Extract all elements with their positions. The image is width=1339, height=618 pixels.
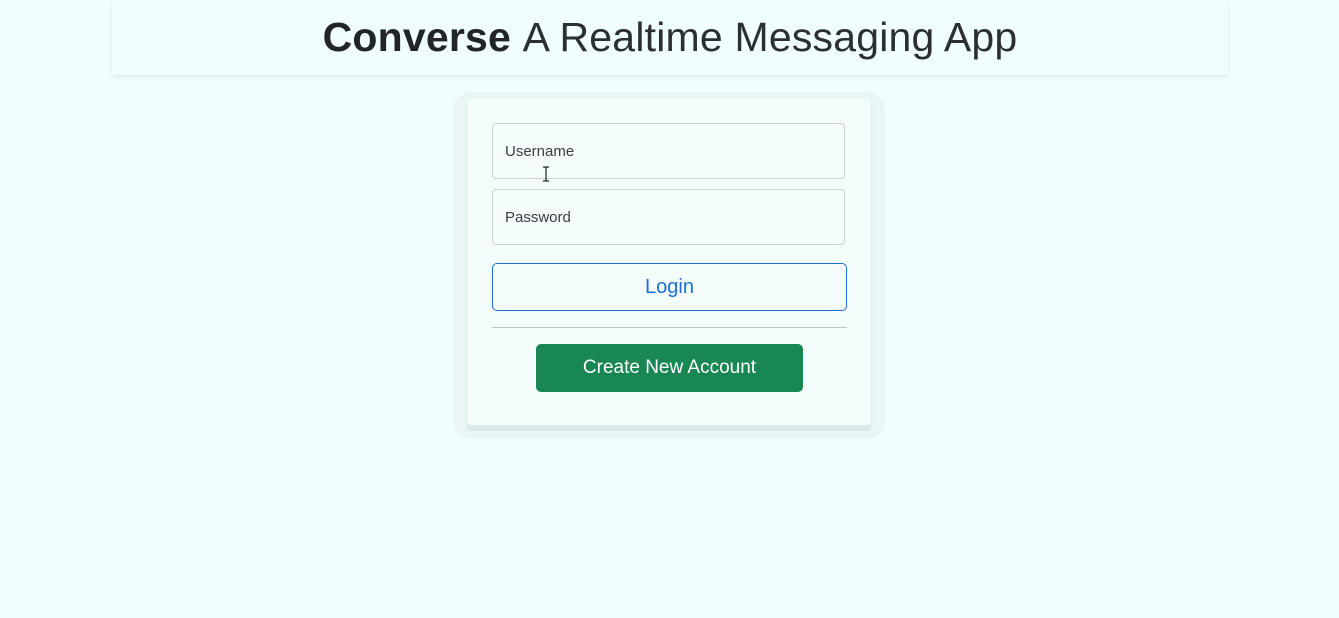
app-header: Converse A Realtime Messaging App xyxy=(112,0,1228,75)
text-cursor-icon xyxy=(543,166,549,182)
app-tagline: A Realtime Messaging App xyxy=(522,14,1018,60)
password-input[interactable] xyxy=(492,189,845,245)
login-button[interactable]: Login xyxy=(492,263,847,311)
login-card: Login Create New Account xyxy=(467,98,871,425)
brand-name: Converse xyxy=(322,14,512,60)
form-divider xyxy=(492,327,847,328)
page-title: Converse A Realtime Messaging App xyxy=(323,14,1018,61)
create-account-button[interactable]: Create New Account xyxy=(536,344,803,392)
